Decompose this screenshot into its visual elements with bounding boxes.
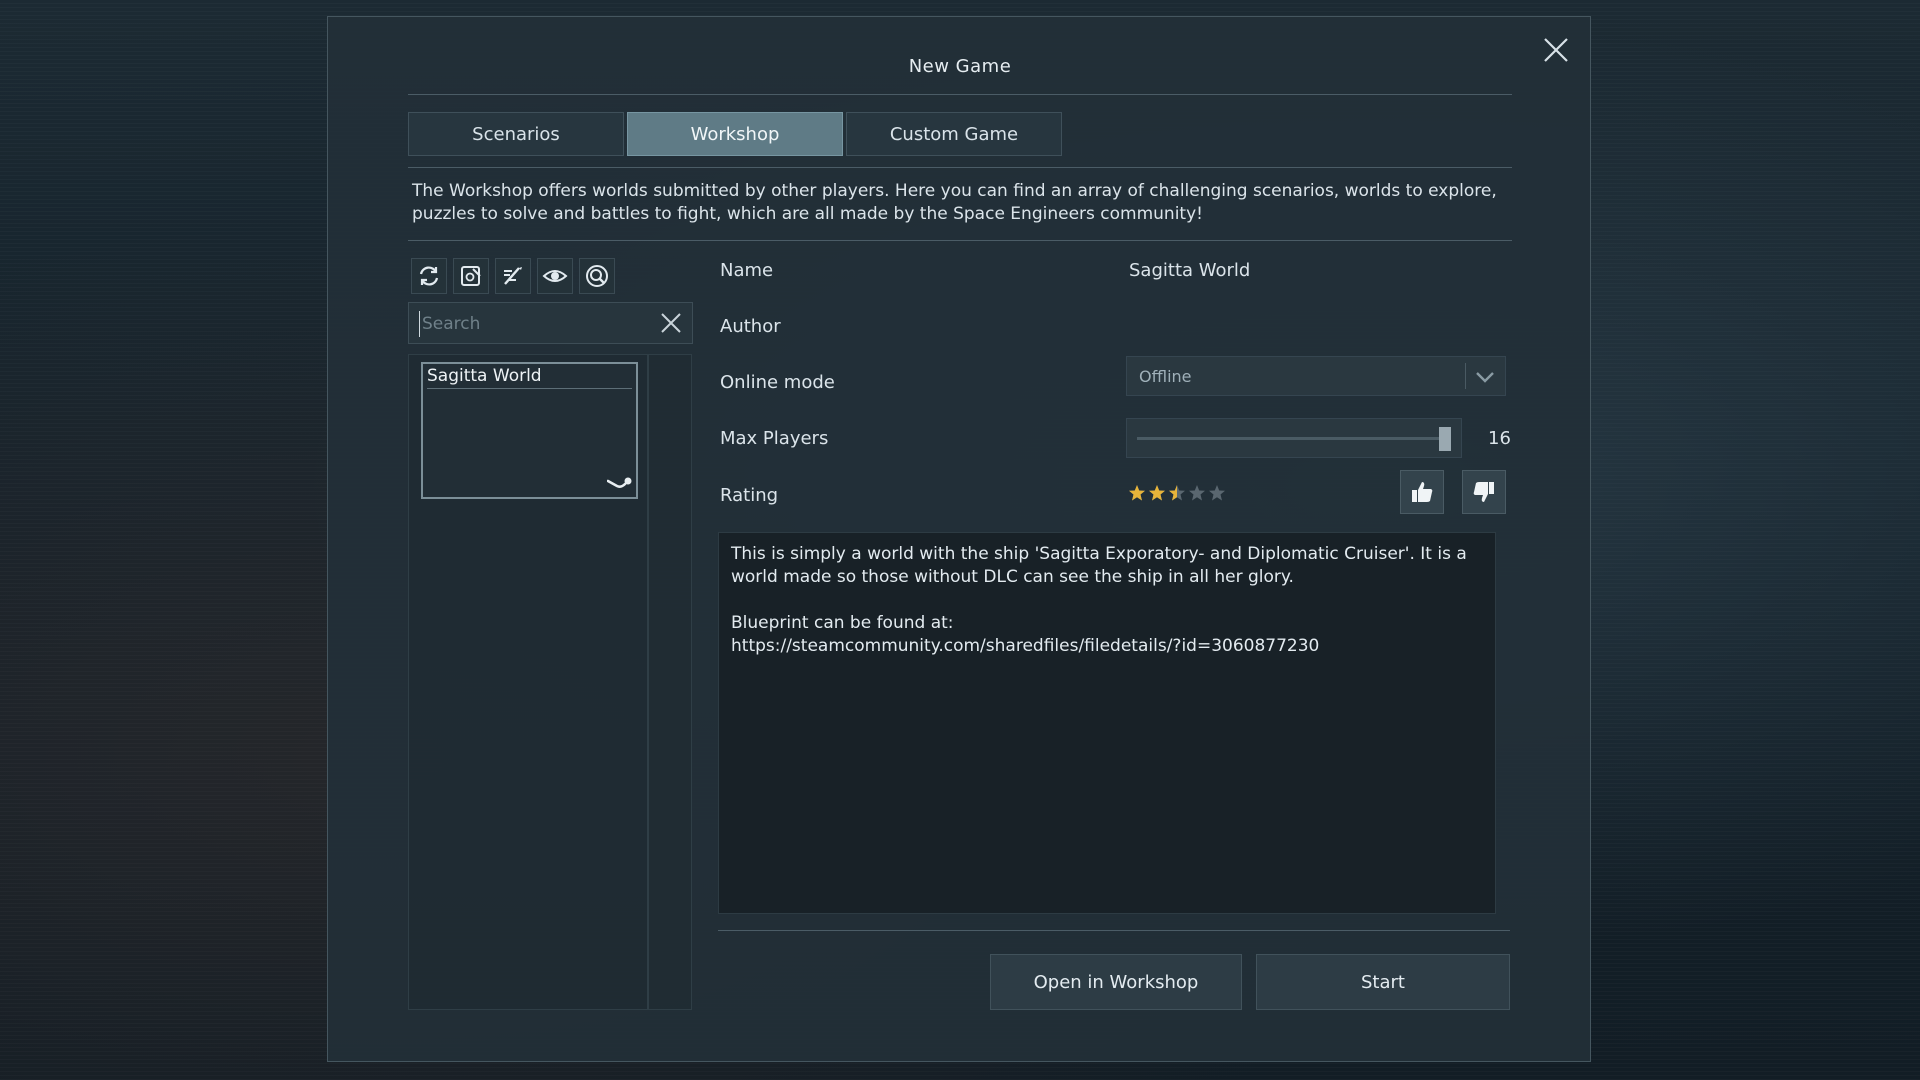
- star-icon: [1169, 485, 1185, 501]
- max-players-value: 16: [1488, 428, 1511, 449]
- search-input[interactable]: [419, 311, 644, 337]
- start-button[interactable]: Start: [1256, 954, 1510, 1010]
- tab-workshop[interactable]: Workshop: [627, 112, 843, 156]
- edit-settings-button[interactable]: [453, 258, 489, 294]
- refresh-button[interactable]: [411, 258, 447, 294]
- thumbs-up-icon: [1412, 482, 1433, 502]
- steam-icon: [607, 477, 632, 488]
- search-box: [408, 302, 693, 344]
- star-icon: [1129, 485, 1145, 501]
- edit-settings-icon: [461, 266, 481, 286]
- rating-stars: [1128, 484, 1226, 502]
- refresh-icon: [419, 266, 439, 286]
- online-mode-label: Online mode: [720, 372, 835, 393]
- slider-track: [1137, 437, 1451, 440]
- list-item[interactable]: Sagitta World: [421, 362, 638, 499]
- chevron-down-icon: [1476, 372, 1494, 383]
- star-icon: [1209, 485, 1225, 501]
- max-players-slider[interactable]: [1126, 418, 1462, 458]
- slider-handle[interactable]: [1438, 427, 1451, 451]
- world-list-scrollbar[interactable]: [648, 354, 692, 1010]
- close-icon: [661, 313, 681, 333]
- open-in-workshop-button[interactable]: Open in Workshop: [990, 954, 1242, 1010]
- star-icon: [1189, 485, 1205, 501]
- close-button[interactable]: [1536, 30, 1576, 70]
- footer-divider: [718, 930, 1510, 931]
- thumbs-up-button[interactable]: [1400, 470, 1444, 514]
- clear-search-button[interactable]: [659, 311, 683, 335]
- intro-text: The Workshop offers worlds submitted by …: [412, 181, 1497, 224]
- rating-label: Rating: [720, 485, 779, 506]
- star-icon: [1149, 485, 1165, 501]
- tabs-divider: [408, 167, 1512, 168]
- dropdown-separator: [1465, 363, 1466, 389]
- name-label: Name: [720, 260, 774, 281]
- world-item-name: Sagitta World: [427, 366, 632, 389]
- tab-custom-game[interactable]: Custom Game: [846, 112, 1062, 156]
- view-button[interactable]: [537, 258, 573, 294]
- close-icon: [1544, 38, 1568, 62]
- thumbs-down-icon: [1473, 482, 1494, 502]
- tab-scenarios[interactable]: Scenarios: [408, 112, 624, 156]
- name-value: Sagitta World: [1129, 260, 1251, 281]
- magnifier-icon: [586, 265, 608, 287]
- eye-icon: [542, 270, 568, 282]
- dialog-title: New Game: [908, 56, 1012, 77]
- intro-divider: [408, 240, 1512, 241]
- search-workshop-button[interactable]: [579, 258, 615, 294]
- max-players-label: Max Players: [720, 428, 829, 449]
- world-description[interactable]: This is simply a world with the ship 'Sa…: [718, 532, 1496, 914]
- author-label: Author: [720, 316, 781, 337]
- online-mode-value: Offline: [1139, 367, 1192, 386]
- quick-edit-button[interactable]: [495, 258, 531, 294]
- online-mode-dropdown[interactable]: Offline: [1126, 356, 1506, 396]
- quick-edit-icon: [504, 267, 522, 285]
- thumbs-down-button[interactable]: [1462, 470, 1506, 514]
- title-divider: [408, 94, 1512, 95]
